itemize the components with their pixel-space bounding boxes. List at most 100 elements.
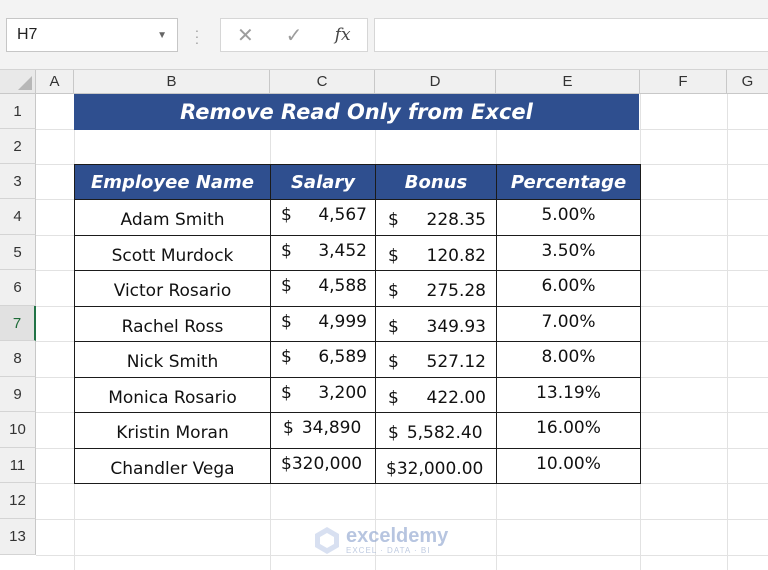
- employee-table: Employee Name Salary Bonus Percentage Ad…: [74, 164, 641, 484]
- column-header-g[interactable]: G: [727, 70, 768, 94]
- currency-symbol: $: [388, 245, 399, 266]
- cell-name[interactable]: Adam Smith: [74, 199, 271, 236]
- row-header-12[interactable]: 12: [0, 483, 36, 519]
- cell-salary[interactable]: $320,000: [270, 447, 376, 484]
- column-header-c[interactable]: C: [270, 70, 375, 94]
- cell-bonus[interactable]: $527.12: [375, 341, 497, 378]
- cell-salary[interactable]: $3,452: [270, 234, 376, 271]
- row-header-9[interactable]: 9: [0, 377, 36, 412]
- column-header-d[interactable]: D: [375, 70, 496, 94]
- cell-salary[interactable]: $4,588: [270, 270, 376, 307]
- row-header-10[interactable]: 10: [0, 412, 36, 448]
- spreadsheet-grid[interactable]: A B C D E F G 1 2 3 4 5 6 7 8 9 10 11 12…: [0, 70, 768, 570]
- currency-symbol: $: [388, 316, 399, 337]
- cell-percentage[interactable]: 13.19%: [496, 376, 641, 413]
- cell-salary[interactable]: $3,200: [270, 376, 376, 413]
- cell-salary[interactable]: $34,890: [270, 412, 376, 449]
- salary-value: 4,588: [318, 276, 367, 297]
- currency-symbol: $: [388, 423, 399, 444]
- column-header-e[interactable]: E: [496, 70, 640, 94]
- select-all-button[interactable]: [0, 70, 36, 94]
- table-row: Rachel Ross $4,999 $349.93 7.00%: [74, 305, 641, 342]
- cell-bonus[interactable]: $422.00: [375, 376, 497, 413]
- currency-symbol: $: [281, 240, 292, 261]
- bonus-value: 32,000.00: [396, 458, 484, 479]
- cell-salary[interactable]: $6,589: [270, 341, 376, 378]
- column-header-f[interactable]: F: [640, 70, 727, 94]
- header-employee-name[interactable]: Employee Name: [74, 164, 271, 200]
- row-header-13[interactable]: 13: [0, 519, 36, 555]
- cell-percentage[interactable]: 6.00%: [496, 270, 641, 307]
- cell-name[interactable]: Kristin Moran: [74, 412, 271, 449]
- cell-bonus[interactable]: $32,000.00: [375, 447, 497, 484]
- row-header-4[interactable]: 4: [0, 199, 36, 235]
- gridline: [36, 555, 768, 556]
- cell-bonus[interactable]: $5,582.40: [375, 412, 497, 449]
- cell-bonus[interactable]: $275.28: [375, 270, 497, 307]
- currency-symbol: $: [281, 453, 292, 474]
- bonus-value: 422.00: [426, 387, 486, 408]
- cell-bonus[interactable]: $349.93: [375, 305, 497, 342]
- sheet-title[interactable]: Remove Read Only from Excel: [74, 94, 639, 130]
- cell-name[interactable]: Victor Rosario: [74, 270, 271, 307]
- row-header-2[interactable]: 2: [0, 129, 36, 164]
- formula-buttons: ✕ ✓ fx: [220, 18, 368, 52]
- cell-percentage[interactable]: 7.00%: [496, 305, 641, 342]
- cell-percentage[interactable]: 3.50%: [496, 234, 641, 271]
- cell-salary[interactable]: $4,999: [270, 305, 376, 342]
- cell-percentage[interactable]: 5.00%: [496, 199, 641, 236]
- cell-percentage[interactable]: 10.00%: [496, 447, 641, 484]
- cell-bonus[interactable]: $120.82: [375, 234, 497, 271]
- fx-label: fx: [334, 25, 351, 45]
- row-header-11[interactable]: 11: [0, 448, 36, 483]
- salary-value: 4,999: [318, 311, 367, 332]
- salary-value: 6,589: [318, 347, 367, 368]
- cell-name[interactable]: Monica Rosario: [74, 376, 271, 413]
- salary-value: 4,567: [318, 205, 367, 226]
- cancel-icon[interactable]: ✕: [221, 19, 270, 51]
- formula-bar: H7 ▼ · · · ✕ ✓ fx: [0, 0, 768, 70]
- gridline: [727, 94, 728, 570]
- row-header-6[interactable]: 6: [0, 270, 36, 306]
- header-percentage[interactable]: Percentage: [496, 164, 641, 200]
- chevron-down-icon[interactable]: ▼: [157, 30, 167, 41]
- table-row: Chandler Vega $320,000 $32,000.00 10.00%: [74, 447, 641, 484]
- cell-bonus[interactable]: $228.35: [375, 199, 497, 236]
- column-header-a[interactable]: A: [36, 70, 74, 94]
- row-header-7[interactable]: 7: [0, 306, 36, 341]
- salary-value: 3,452: [318, 240, 367, 261]
- insert-function-button[interactable]: fx: [318, 19, 367, 51]
- enter-check-icon[interactable]: ✓: [270, 19, 319, 51]
- column-header-b[interactable]: B: [74, 70, 270, 94]
- cell-percentage[interactable]: 16.00%: [496, 412, 641, 449]
- currency-symbol: $: [281, 347, 292, 368]
- cell-salary[interactable]: $4,567: [270, 199, 376, 236]
- table-row: Victor Rosario $4,588 $275.28 6.00%: [74, 270, 641, 307]
- name-box[interactable]: H7 ▼: [6, 18, 178, 52]
- row-header-1[interactable]: 1: [0, 94, 36, 129]
- currency-symbol: $: [281, 276, 292, 297]
- cell-name[interactable]: Nick Smith: [74, 341, 271, 378]
- row-header-8[interactable]: 8: [0, 341, 36, 377]
- cell-percentage[interactable]: 8.00%: [496, 341, 641, 378]
- header-bonus[interactable]: Bonus: [375, 164, 497, 200]
- bonus-value: 120.82: [426, 245, 486, 266]
- cell-name[interactable]: Scott Murdock: [74, 234, 271, 271]
- row-header-5[interactable]: 5: [0, 235, 36, 270]
- currency-symbol: $: [388, 281, 399, 302]
- bonus-value: 275.28: [426, 281, 486, 302]
- salary-value: 34,890: [301, 418, 362, 439]
- gridline: [36, 519, 768, 520]
- currency-symbol: $: [283, 418, 294, 439]
- currency-symbol: $: [281, 382, 292, 403]
- bonus-value: 5,582.40: [406, 423, 483, 444]
- exceldemy-logo-icon: [315, 527, 339, 554]
- table-row: Adam Smith $4,567 $228.35 5.00%: [74, 199, 641, 236]
- cell-name[interactable]: Chandler Vega: [74, 447, 271, 484]
- formula-input[interactable]: [374, 18, 768, 52]
- drag-handle-icon[interactable]: · · ·: [194, 23, 200, 49]
- header-salary[interactable]: Salary: [270, 164, 376, 200]
- row-header-3[interactable]: 3: [0, 164, 36, 199]
- cell-name[interactable]: Rachel Ross: [74, 305, 271, 342]
- bonus-value: 527.12: [426, 352, 486, 373]
